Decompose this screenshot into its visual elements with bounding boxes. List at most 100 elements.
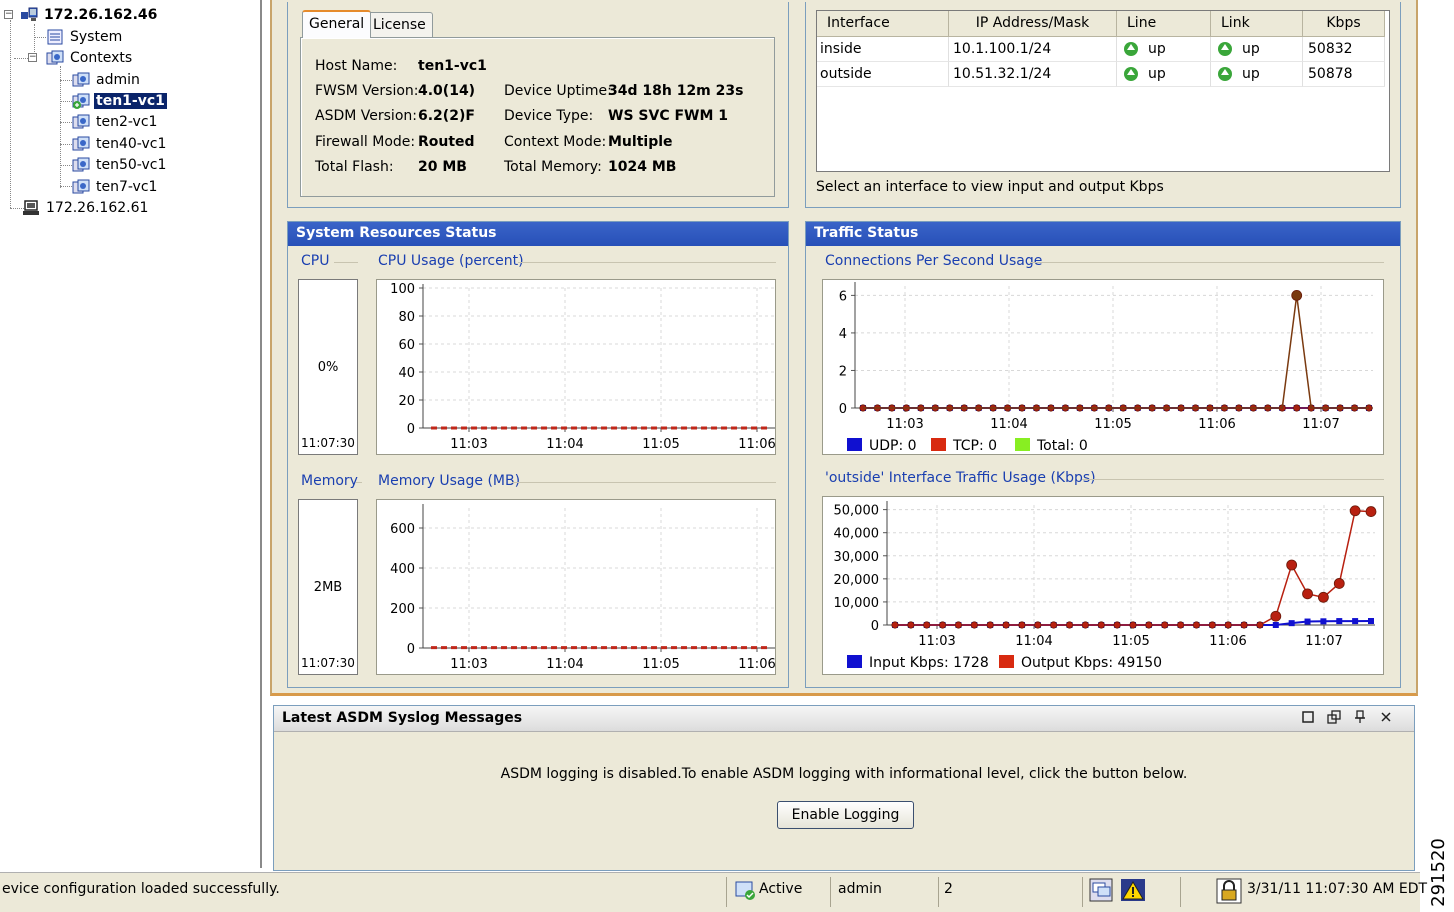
data-point [1002,621,1010,629]
tree-item-host2[interactable]: 172.26.162.61 [22,197,150,218]
data-point [1320,618,1327,625]
tree-root-host[interactable]: 172.26.162.46 [20,4,159,25]
memory-timestamp: 11:07:30 [301,656,355,670]
tree-item-ten7-vc1[interactable]: ten7-vc1 [72,176,159,197]
x-tick-label: 11:05 [642,437,679,452]
device-uptime-label: Device Uptime: [504,83,612,99]
data-point [1288,620,1295,627]
tree-item-ten2-vc1[interactable]: ten2-vc1 [72,112,159,133]
enable-logging-button[interactable]: Enable Logging [777,801,914,829]
tree-item-contexts[interactable]: Contexts [46,47,134,68]
tree-item-ten1-vc1[interactable]: ten1-vc1 [72,90,167,111]
tab-license[interactable]: License [366,12,433,38]
table-cell-line[interactable]: up [1117,37,1211,62]
collapse-contexts-icon[interactable]: − [28,53,37,62]
x-tick-label: 11:07 [1302,417,1339,432]
legend-label: UDP: 0 [869,438,917,454]
x-tick-label: 11:03 [886,417,923,432]
table-cell-link[interactable]: up [1211,62,1303,87]
monitor-icon[interactable] [1089,878,1113,906]
column-kbps[interactable]: Kbps [1303,11,1385,37]
cell-text: up [1242,41,1260,57]
legend-swatch [999,655,1014,668]
legend-label: TCP: 0 [952,438,997,454]
data-point [1352,618,1359,625]
data-point [954,621,963,629]
syslog-panel: Latest ASDM Syslog Messages ASDM logging… [273,705,1415,871]
tree-item-ten40-vc1[interactable]: ten40-vc1 [72,133,168,154]
device-tree[interactable]: − − 172.26.162.46 System Contexts 172.26… [0,0,262,868]
interface-table[interactable]: Interface IP Address/Mask Line Link Kbps… [816,10,1390,172]
data-point [1034,621,1042,629]
asdm-version-value: 6.2(2)F [418,108,475,124]
tree-item-system[interactable]: System [46,26,124,47]
device-type-value: WS SVC FWM 1 [608,108,729,124]
table-cell-kbps[interactable]: 50878 [1303,62,1385,87]
data-point [1113,621,1121,629]
x-tick-label: 11:04 [1015,634,1052,649]
data-point [1317,591,1329,603]
total-memory-value: 1024 MB [608,159,677,175]
device-uptime-value: 34d 18h 12m 23s [608,83,744,99]
legend-swatch [847,655,862,668]
table-cell-kbps[interactable]: 50832 [1303,37,1385,62]
legend-swatch [847,438,862,451]
y-tick-label: 60 [398,338,415,353]
pin-icon[interactable] [1352,710,1368,726]
restore-icon[interactable] [1326,710,1342,726]
device-state: Active [759,881,803,897]
lock-icon[interactable] [1216,878,1242,908]
status-message: evice configuration loaded successfully. [2,881,280,897]
y-tick-label: 4 [839,327,847,342]
column-link[interactable]: Link [1211,11,1303,37]
y-tick-label: 20 [398,394,415,409]
table-cell-ip[interactable]: 10.51.32.1/24 [949,62,1117,87]
x-tick-label: 11:07 [1305,634,1342,649]
data-point [1293,404,1301,412]
data-point [1270,610,1282,622]
interface-hint: Select an interface to view input and ou… [816,179,1164,195]
cell-text: up [1148,41,1166,57]
data-point [1097,621,1105,629]
cps-chart-title: Connections Per Second Usage [825,253,1043,269]
tree-item-ten50-vc1[interactable]: ten50-vc1 [72,155,168,176]
device-status-icon [734,879,756,905]
column-interface[interactable]: Interface [817,11,949,37]
x-tick-label: 11:04 [990,417,1027,432]
data-point [1304,618,1311,625]
table-cell-name[interactable]: outside [817,62,949,87]
system-icon [46,29,64,45]
y-tick-label: 0 [839,402,847,417]
tab-general[interactable]: General [302,10,372,38]
total-memory-label: Total Memory: [504,159,602,175]
context-icon [72,157,90,173]
connections-per-second-chart: 0 2 4 6 11:03 11:04 11:05 11:06 11:07 UDP: 0 TCP: … [822,279,1384,455]
collapse-root-icon[interactable]: − [4,10,13,19]
fwsm-version-label: FWSM Version: [315,83,419,99]
table-cell-line[interactable]: up [1117,62,1211,87]
x-tick-label: 11:06 [1198,417,1235,432]
warning-icon[interactable] [1120,878,1146,906]
table-cell-name[interactable]: inside [817,37,949,62]
cpu-timestamp: 11:07:30 [301,436,355,450]
y-tick-label: 0 [407,422,415,437]
privilege-level: 2 [944,881,953,897]
close-icon[interactable] [1378,710,1394,726]
column-ip-address[interactable]: IP Address/Mask [949,11,1117,37]
context-mode-value: Multiple [608,134,673,150]
table-cell-ip[interactable]: 10.1.100.1/24 [949,37,1117,62]
table-cell-link[interactable]: up [1211,37,1303,62]
column-line[interactable]: Line [1117,11,1211,37]
firewall-mode-label: Firewall Mode: [315,134,416,150]
data-point [1368,618,1374,625]
cpu-value: 0% [317,360,339,375]
tree-item-admin[interactable]: admin [72,69,142,90]
memory-usage-chart: 0 200 400 600 11:03 11:04 11:05 11:06 [376,499,776,675]
y-tick-label: 400 [390,562,415,577]
context-icon [72,136,90,152]
legend-swatch [931,438,946,451]
maximize-icon[interactable] [1300,710,1316,726]
y-tick-label: 200 [390,602,415,617]
interface-traffic-chart: 0 10,000 20,000 30,000 40,000 50,000 11:03 11:0… [822,496,1384,675]
cell-text: 10.51.32.1/24 [953,66,1052,82]
